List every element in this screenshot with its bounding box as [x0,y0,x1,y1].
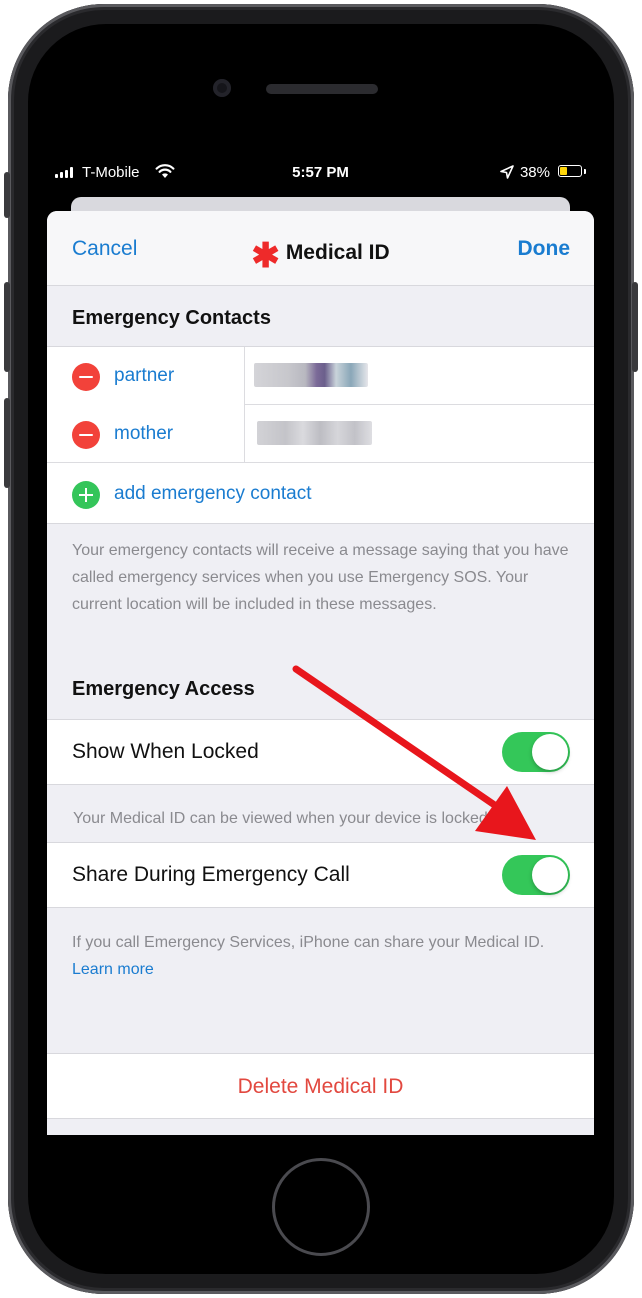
annotation-arrow [292,665,536,840]
